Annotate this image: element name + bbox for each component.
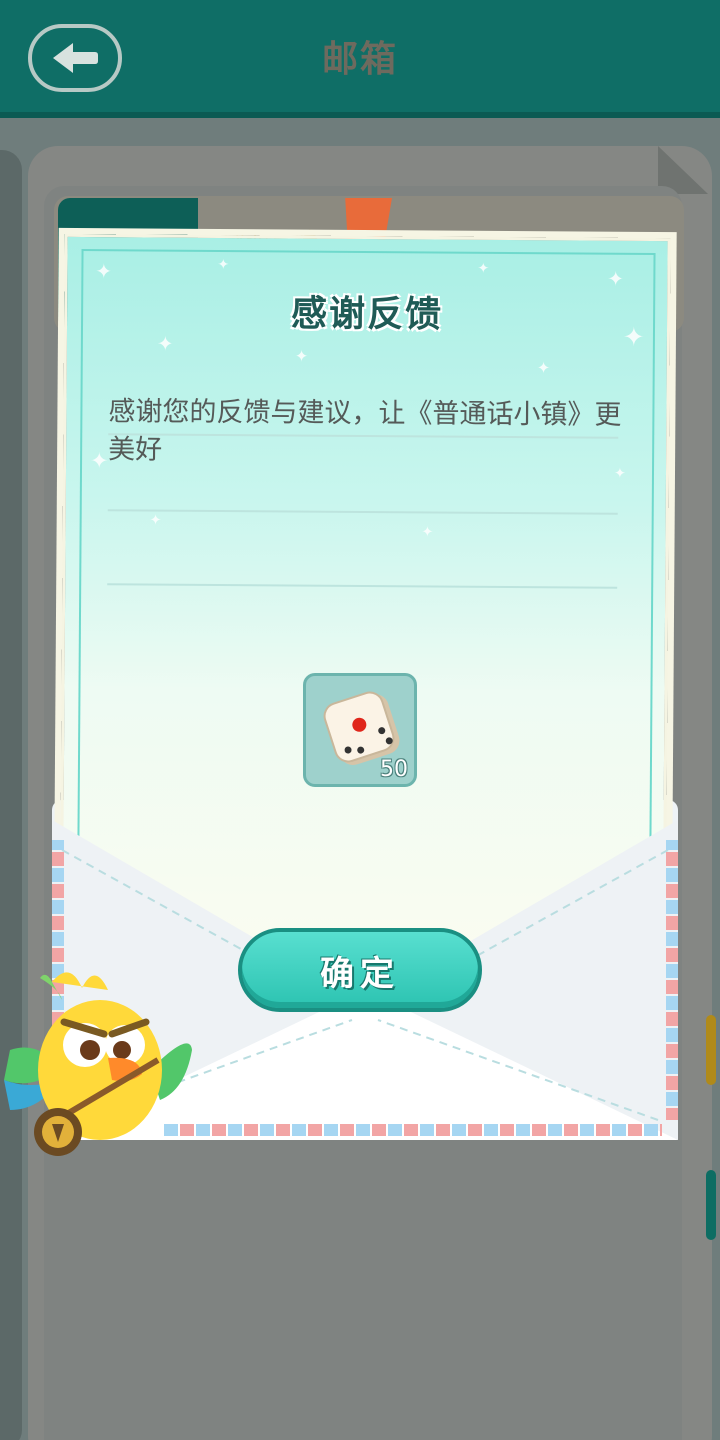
parrot-mascot-icon (4, 972, 192, 1156)
star-icon: ✦ (89, 449, 109, 475)
scroll-accent (706, 1015, 716, 1085)
star-icon: ✦ (217, 256, 230, 274)
star-icon: ✦ (536, 358, 551, 378)
reward-item: 50 (303, 673, 417, 787)
star-icon: ✦ (294, 346, 309, 366)
dialog-title: 感谢反馈 (290, 293, 444, 336)
star-icon: ✦ (421, 524, 434, 541)
dice-pip (350, 715, 369, 734)
side-strip (0, 150, 22, 1440)
dice-pip (384, 736, 394, 746)
star-icon: ✦ (477, 260, 490, 277)
top-bar: 邮箱 (0, 0, 720, 118)
dice-pip (343, 745, 353, 755)
dice-pip (356, 745, 366, 755)
confirm-button-label: 确定 (320, 953, 400, 994)
scroll-accent (706, 1170, 716, 1240)
star-icon: ✦ (156, 331, 174, 356)
dice-pip (377, 726, 387, 736)
reward-count: 50 (380, 757, 408, 782)
star-icon: ✦ (149, 512, 162, 529)
dice-icon (319, 687, 399, 767)
star-icon: ✦ (95, 259, 113, 284)
confirm-button[interactable]: 确定 (238, 928, 482, 1012)
page-title: 邮箱 (321, 39, 398, 80)
